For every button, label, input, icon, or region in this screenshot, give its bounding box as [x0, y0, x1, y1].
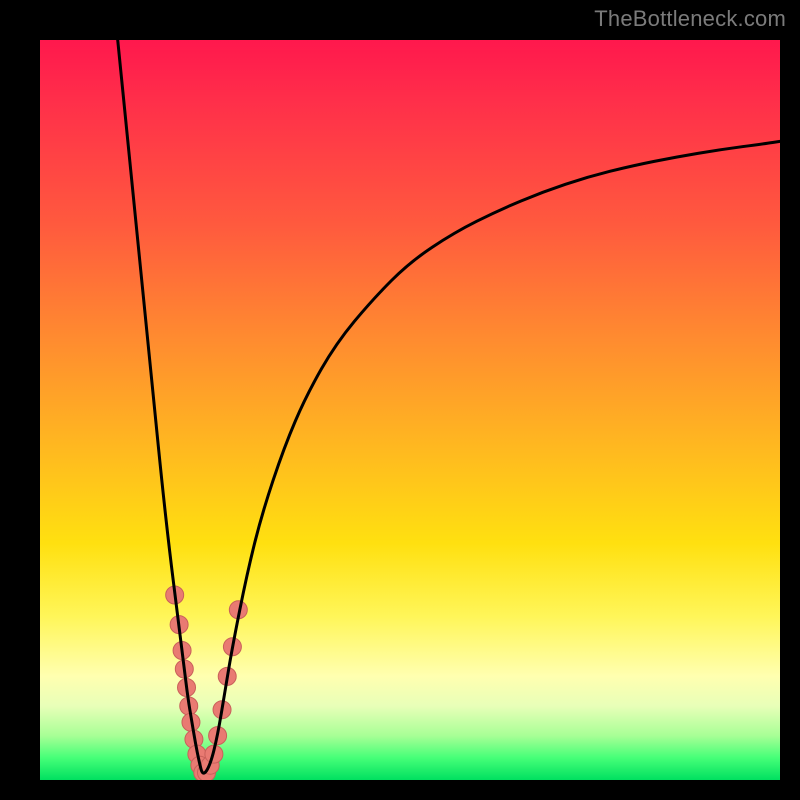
plot-area — [40, 40, 780, 780]
chart-svg — [40, 40, 780, 780]
curve-layer — [118, 40, 780, 773]
chart-frame: TheBottleneck.com — [0, 0, 800, 800]
bottleneck-curve — [118, 40, 780, 773]
watermark-text: TheBottleneck.com — [594, 6, 786, 32]
